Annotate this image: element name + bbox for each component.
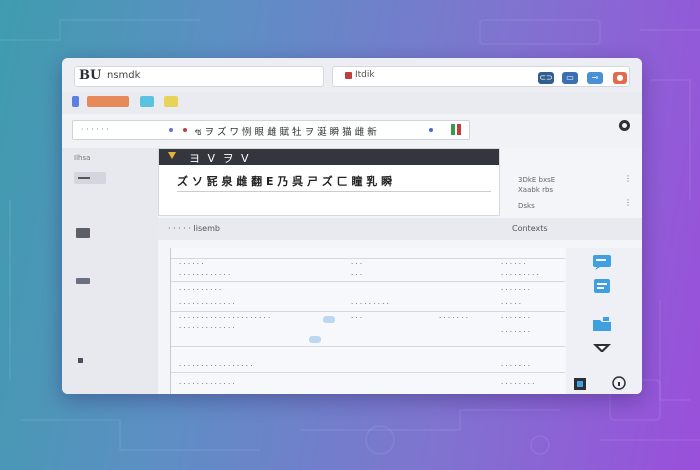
- table-cell: · · · · · · ·: [501, 286, 530, 294]
- table-cell: · · · · · · · · ·: [351, 300, 389, 308]
- chat-icon: ▭: [566, 73, 574, 82]
- dialog-panel: ヨ V ヲ V ズ ソ 㓃 泉 雌 翻 E 乃 呉 ㄕ ズ ㄈ 瞳 乳 瞬: [158, 148, 500, 216]
- table-cell: · · · · · · ·: [439, 314, 468, 322]
- address-prefix: · · · · · ·: [81, 125, 109, 134]
- key-icon: ⊸: [591, 73, 599, 82]
- image-icon[interactable]: [574, 378, 586, 390]
- table-row[interactable]: · · · · · · · · · · · · ·: [179, 380, 235, 388]
- active-tab[interactable]: Itdik: [332, 66, 630, 87]
- more-icon[interactable]: ⋮: [624, 174, 632, 183]
- sidebar-item-1[interactable]: [74, 172, 106, 184]
- info-icon[interactable]: [612, 376, 626, 390]
- table-cell: · · ·: [351, 314, 363, 322]
- side-info-line-3: Dsks: [518, 202, 535, 210]
- brand-name: nsmdk: [107, 70, 141, 81]
- table-row-divider: [171, 258, 565, 259]
- table-cell: · · · · ·: [501, 300, 522, 308]
- status-dot-icon: [183, 128, 187, 132]
- tab-label: Itdik: [355, 70, 375, 80]
- settings-gear-icon[interactable]: [619, 120, 630, 131]
- table-row[interactable]: · · · · · · · · · ·: [179, 286, 221, 294]
- table-row[interactable]: · · · · · · · · · · · · ·: [179, 300, 235, 308]
- address-text: ซ ヲ ズ ワ 㤡 眼 雌 賦 牡 ヲ 涎 瞬 猫 雌 新: [195, 127, 377, 138]
- chevron-down-icon[interactable]: [168, 152, 176, 159]
- document-icon[interactable]: [592, 278, 612, 294]
- right-icon-column: [566, 248, 642, 394]
- security-dot-icon: [169, 128, 173, 132]
- panel-divider: [177, 191, 491, 192]
- tab-favicon-icon: [345, 72, 352, 79]
- table-row-divider: [171, 311, 565, 312]
- section-header-left: · · · · · Iisemb: [168, 224, 220, 233]
- table-row[interactable]: · · · · · · · · · · · ·: [179, 271, 230, 279]
- side-info-line-1: 3DkE bxsE: [518, 176, 556, 184]
- menu-icon: [78, 177, 90, 179]
- message-icon[interactable]: [592, 254, 612, 270]
- table-row-divider: [171, 372, 565, 373]
- window-button-4[interactable]: ●: [613, 72, 627, 84]
- section-header: · · · · · Iisemb Contexts: [158, 218, 642, 240]
- title-bar: BU nsmdk Itdik ⊂⊃ ▭ ⊸ ●: [62, 58, 642, 92]
- table-row-divider: [171, 281, 565, 282]
- table-cell: · · · · · · ·: [501, 362, 530, 370]
- side-info-line-2: Xaabk rbs: [518, 186, 554, 194]
- window-button-1[interactable]: ⊂⊃: [538, 72, 554, 84]
- tag-pill[interactable]: [323, 316, 335, 323]
- section-header-right: Contexts: [512, 224, 548, 233]
- toolbar-button-2[interactable]: [87, 96, 129, 107]
- address-bar[interactable]: · · · · · · ซ ヲ ズ ワ 㤡 眼 雌 賦 牡 ヲ 涎 瞬 猫 雌 …: [72, 120, 470, 140]
- table-row[interactable]: · · · · · · · · · · · · ·: [179, 324, 235, 332]
- close-icon: ●: [616, 73, 624, 82]
- more-icon-2[interactable]: ⋮: [624, 198, 632, 207]
- extension-icon-2[interactable]: [457, 124, 461, 135]
- folder-icon[interactable]: [592, 316, 612, 332]
- filter-icon[interactable]: [592, 342, 612, 358]
- toolbar-button-4[interactable]: [164, 96, 178, 107]
- tag-pill[interactable]: [309, 336, 321, 343]
- table-row-divider: [171, 346, 565, 347]
- toolbar: [62, 92, 642, 114]
- brand-field[interactable]: BU nsmdk: [74, 66, 324, 87]
- data-table: · · · · · · · · · · · · · · · · · · · · …: [170, 248, 565, 394]
- table-cell: · · ·: [351, 271, 363, 279]
- table-cell: · · · · · · · · ·: [501, 271, 539, 279]
- table-row[interactable]: · · · · · · · · · · · · · · · · · · · · …: [179, 314, 270, 322]
- bookmark-dot-icon: [429, 128, 433, 132]
- sidebar-item-2-icon[interactable]: [76, 228, 90, 238]
- sidebar-item-4-icon[interactable]: [78, 358, 83, 363]
- panel-header-title: ヨ V ヲ V: [189, 152, 251, 165]
- sidebar: Ilhsa: [62, 148, 158, 394]
- table-cell: · · · · · · ·: [501, 328, 530, 336]
- toolbar-button-3[interactable]: [140, 96, 154, 107]
- app-window: BU nsmdk Itdik ⊂⊃ ▭ ⊸ ● · · · · · · ซ ヲ …: [62, 58, 642, 394]
- panel-heading: ズ ソ 㓃 泉 雌 翻 E 乃 呉 ㄕ ズ ㄈ 瞳 乳 瞬: [177, 175, 393, 188]
- window-button-2[interactable]: ▭: [562, 72, 578, 84]
- extension-icon[interactable]: [451, 124, 455, 135]
- sidebar-label: Ilhsa: [74, 154, 91, 162]
- table-cell: · · · · · · ·: [501, 314, 530, 322]
- link-icon: ⊂⊃: [539, 73, 553, 82]
- main-content: ヨ V ヲ V ズ ソ 㓃 泉 雌 翻 E 乃 呉 ㄕ ズ ㄈ 瞳 乳 瞬 3D…: [158, 148, 642, 394]
- table-row[interactable]: · · · · · · · · · · · · · · · · ·: [179, 362, 252, 370]
- window-button-3[interactable]: ⊸: [587, 72, 603, 84]
- brand-logo: BU: [79, 68, 102, 83]
- table-cell: · · · · · · · ·: [501, 380, 535, 388]
- side-info: 3DkE bxsE Xaabk rbs Dsks ⋮ ⋮: [512, 148, 642, 214]
- toolbar-button-1[interactable]: [72, 96, 79, 107]
- table-cell: · · ·: [351, 260, 363, 268]
- sidebar-item-3-icon[interactable]: [76, 278, 90, 284]
- panel-header: ヨ V ヲ V: [159, 149, 499, 165]
- table-row[interactable]: · · · · · ·: [179, 260, 203, 268]
- table-cell: · · · · · ·: [501, 260, 526, 268]
